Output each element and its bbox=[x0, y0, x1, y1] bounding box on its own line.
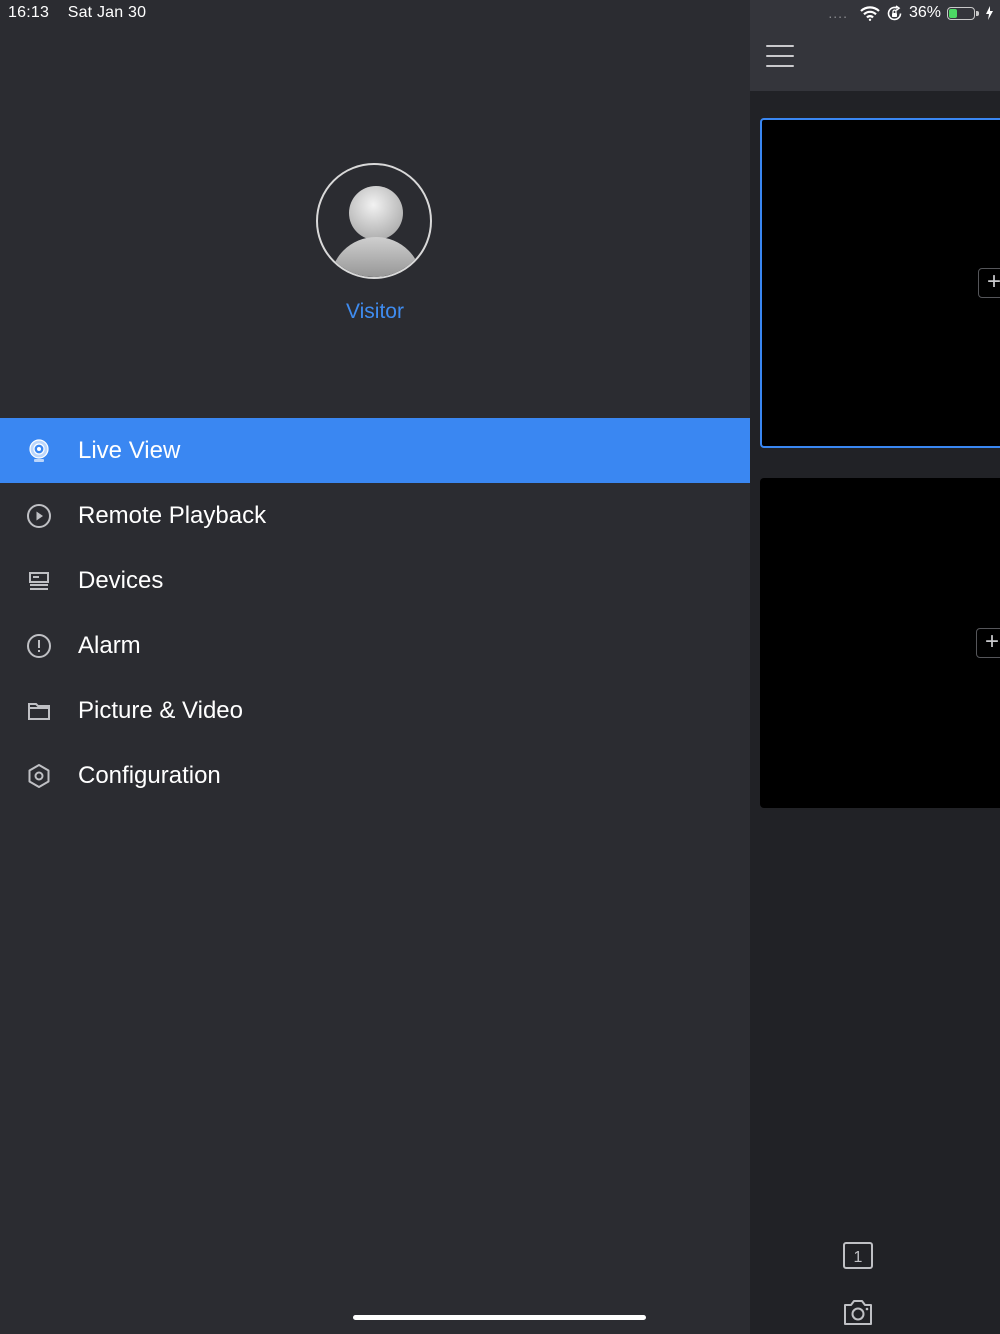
device-list-icon bbox=[29, 572, 49, 590]
video-tile[interactable]: + bbox=[760, 478, 1000, 808]
home-indicator bbox=[353, 1315, 646, 1320]
add-channel-button[interactable]: + bbox=[978, 268, 1000, 298]
status-time: 16:13 bbox=[8, 4, 50, 21]
menu-item-label: Devices bbox=[78, 566, 164, 594]
status-bar-left: 16:13 Sat Jan 30 bbox=[8, 4, 160, 22]
menu-item-configuration[interactable]: Configuration bbox=[0, 743, 750, 808]
window-count: 1 bbox=[854, 1249, 863, 1266]
side-menu: Visitor Live View Remote Playback Device… bbox=[0, 0, 750, 1334]
alarm-exclamation-icon bbox=[27, 634, 51, 658]
wifi-icon bbox=[860, 5, 880, 21]
camera-snapshot-icon[interactable] bbox=[842, 1298, 874, 1326]
avatar-body bbox=[330, 237, 422, 277]
hamburger-icon[interactable] bbox=[766, 45, 794, 69]
orientation-lock-icon bbox=[887, 4, 902, 20]
menu-item-picture-video[interactable]: Picture & Video bbox=[0, 678, 750, 743]
charging-bolt-icon bbox=[986, 6, 993, 20]
menu-item-remote-playback[interactable]: Remote Playback bbox=[0, 483, 750, 548]
menu-item-live-view[interactable]: Live View bbox=[0, 418, 750, 483]
menu-item-label: Picture & Video bbox=[78, 696, 243, 724]
add-channel-button[interactable]: + bbox=[976, 628, 1000, 658]
menu-item-label: Live View bbox=[78, 436, 181, 464]
battery-level bbox=[949, 8, 957, 18]
gear-icon bbox=[28, 764, 50, 788]
status-bar-right: .... 36% bbox=[828, 4, 994, 22]
signal-dots: .... bbox=[828, 5, 848, 21]
menu-item-label: Configuration bbox=[78, 761, 221, 789]
live-view-pane: + + 1 bbox=[750, 0, 1000, 1334]
video-tile-selected[interactable]: + bbox=[760, 118, 1000, 448]
status-date: Sat Jan 30 bbox=[67, 4, 147, 21]
camera-icon bbox=[29, 439, 49, 462]
nav-menu: Live View Remote Playback Devices Alarm … bbox=[0, 418, 750, 808]
username-label[interactable]: Visitor bbox=[0, 300, 750, 324]
window-split-button[interactable]: 1 bbox=[842, 1242, 874, 1270]
avatar-head bbox=[349, 186, 403, 240]
menu-item-devices[interactable]: Devices bbox=[0, 548, 750, 613]
menu-item-alarm[interactable]: Alarm bbox=[0, 613, 750, 678]
menu-item-label: Remote Playback bbox=[78, 501, 267, 529]
folder-icon bbox=[28, 703, 50, 720]
menu-item-label: Alarm bbox=[78, 631, 141, 659]
battery-percent: 36% bbox=[908, 4, 941, 21]
avatar[interactable] bbox=[316, 163, 432, 279]
battery-icon bbox=[947, 6, 979, 20]
play-circle-icon bbox=[27, 504, 51, 528]
